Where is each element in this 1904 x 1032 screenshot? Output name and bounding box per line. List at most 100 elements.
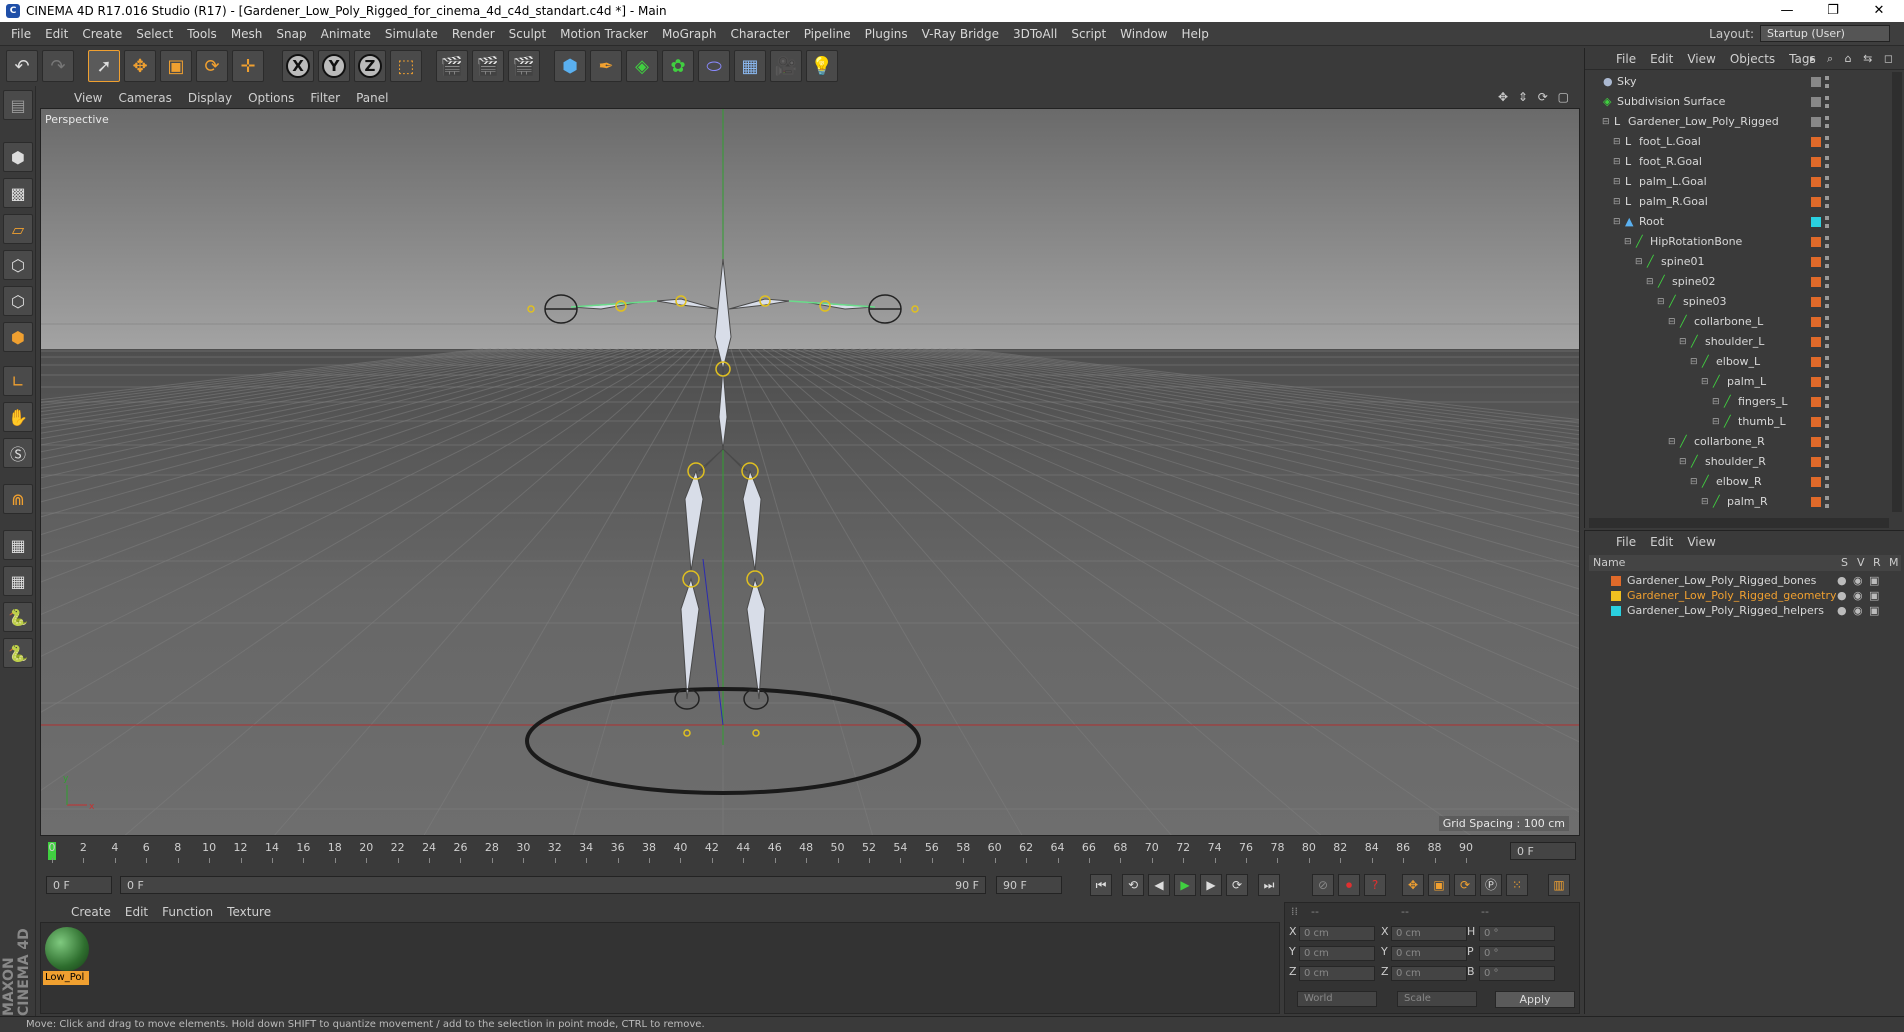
- expand-collapse-icon[interactable]: ⊟: [1690, 472, 1698, 492]
- visibility-dots-icon[interactable]: [1825, 236, 1829, 248]
- layer-render-icon[interactable]: ▣: [1869, 588, 1879, 603]
- viewport-menu-view[interactable]: View: [66, 91, 110, 105]
- layer-color-swatch[interactable]: [1811, 137, 1821, 147]
- layer-row[interactable]: Gardener_Low_Poly_Rigged_geometry ● ◉ ▣: [1589, 588, 1901, 603]
- object-row-palm-l[interactable]: ⊟ ╱ palm_L: [1589, 372, 1889, 392]
- key-parameter-button[interactable]: Ⓟ: [1480, 874, 1502, 896]
- coords-position-field[interactable]: 0 cm: [1299, 946, 1375, 961]
- layer-visible-icon[interactable]: ◉: [1853, 588, 1863, 603]
- object-row-foot-r-goal[interactable]: ⊟ Lfoot_R.Goal: [1589, 152, 1889, 172]
- perspective-viewport[interactable]: x y Perspective Grid Spacing : 100 cm: [40, 108, 1580, 836]
- material-menu-texture[interactable]: Texture: [220, 905, 278, 919]
- menu-file[interactable]: File: [4, 27, 38, 41]
- material-menu-edit[interactable]: Edit: [118, 905, 155, 919]
- object-row-spine01[interactable]: ⊟ ╱ spine01: [1589, 252, 1889, 272]
- viewport-menu-panel[interactable]: Panel: [348, 91, 396, 105]
- menu-character[interactable]: Character: [723, 27, 796, 41]
- timeline-layout-button[interactable]: ▥: [1548, 874, 1570, 896]
- object-row-palm-r-goal[interactable]: ⊟ Lpalm_R.Goal: [1589, 192, 1889, 212]
- layer-color-swatch[interactable]: [1611, 591, 1621, 601]
- visibility-dots-icon[interactable]: [1825, 156, 1829, 168]
- texture-mode-button[interactable]: ▩: [3, 178, 33, 208]
- object-row-subdivision-surface[interactable]: ◈ Subdivision Surface: [1589, 92, 1889, 112]
- expand-collapse-icon[interactable]: ⊟: [1657, 292, 1665, 312]
- size-mode-dropdown[interactable]: Scale: [1397, 991, 1477, 1007]
- menu-tools[interactable]: Tools: [180, 27, 224, 41]
- visibility-dots-icon[interactable]: [1825, 136, 1829, 148]
- expand-collapse-icon[interactable]: ⊟: [1613, 172, 1621, 192]
- material-menu-function[interactable]: Function: [155, 905, 220, 919]
- apply-button[interactable]: Apply: [1495, 991, 1575, 1008]
- menu-motion-tracker[interactable]: Motion Tracker: [553, 27, 655, 41]
- menu-create[interactable]: Create: [75, 27, 129, 41]
- layer-render-icon[interactable]: ▣: [1869, 603, 1879, 618]
- object-row-gardener-low-poly-rigged[interactable]: ⊟ L Gardener_Low_Poly_Rigged: [1589, 112, 1889, 132]
- layer-color-swatch[interactable]: [1611, 576, 1621, 586]
- menu-sculpt[interactable]: Sculpt: [502, 27, 553, 41]
- visibility-dots-icon[interactable]: [1825, 456, 1829, 468]
- visibility-dots-icon[interactable]: [1825, 436, 1829, 448]
- layer-color-swatch[interactable]: [1811, 197, 1821, 207]
- menu-simulate[interactable]: Simulate: [378, 27, 445, 41]
- redo-button[interactable]: ↷: [42, 50, 74, 82]
- timeline-ruler[interactable]: 0 2 4 6 8 10 12 14 16 18 20 22 24 26 28 30 32 34 36 38 40 42 4…: [40, 838, 1580, 866]
- layer-color-swatch[interactable]: [1811, 117, 1821, 127]
- visibility-dots-icon[interactable]: [1825, 356, 1829, 368]
- mograph-cloner-button[interactable]: ✿: [662, 50, 694, 82]
- record-button[interactable]: ⏺: [1338, 874, 1360, 896]
- layer-row[interactable]: Gardener_Low_Poly_Rigged_bones ● ◉ ▣: [1589, 573, 1901, 588]
- object-row-elbow-l[interactable]: ⊟ ╱ elbow_L: [1589, 352, 1889, 372]
- visibility-dots-icon[interactable]: [1825, 336, 1829, 348]
- goto-end-button[interactable]: ⏭: [1258, 874, 1280, 896]
- object-row-spine03[interactable]: ⊟ ╱ spine03: [1589, 292, 1889, 312]
- coords-rotation-field[interactable]: 0 °: [1479, 926, 1555, 941]
- menu-window[interactable]: Window: [1113, 27, 1174, 41]
- layer-color-swatch[interactable]: [1811, 437, 1821, 447]
- subdivision-generator-button[interactable]: ◈: [626, 50, 658, 82]
- object-row-elbow-r[interactable]: ⊟ ╱ elbow_R: [1589, 472, 1889, 492]
- layer-solo-icon[interactable]: ●: [1837, 603, 1847, 618]
- viewport-menu-cameras[interactable]: Cameras: [110, 91, 179, 105]
- layer-color-swatch[interactable]: [1811, 377, 1821, 387]
- record-keys-off-button[interactable]: ⊘: [1312, 874, 1334, 896]
- current-frame-field[interactable]: 0 F: [46, 876, 112, 894]
- visibility-dots-icon[interactable]: [1825, 276, 1829, 288]
- minimize-button[interactable]: —: [1764, 0, 1810, 22]
- points-mode-button[interactable]: ⬡: [3, 250, 33, 280]
- layer-color-swatch[interactable]: [1811, 317, 1821, 327]
- edges-mode-button[interactable]: ⬡: [3, 286, 33, 316]
- recent-tool-button[interactable]: ✛: [232, 50, 264, 82]
- move-tool-button[interactable]: ✥: [124, 50, 156, 82]
- object-row-foot-l-goal[interactable]: ⊟ Lfoot_L.Goal: [1589, 132, 1889, 152]
- expand-collapse-icon[interactable]: ⊟: [1679, 452, 1687, 472]
- object-row-spine02[interactable]: ⊟ ╱ spine02: [1589, 272, 1889, 292]
- menu-snap[interactable]: Snap: [269, 27, 313, 41]
- solo-mode-button[interactable]: Ⓢ: [3, 438, 33, 468]
- layer-color-swatch[interactable]: [1811, 157, 1821, 167]
- visibility-dots-icon[interactable]: [1825, 376, 1829, 388]
- expand-collapse-icon[interactable]: ⊟: [1712, 392, 1720, 412]
- viewport-menu-filter[interactable]: Filter: [302, 91, 348, 105]
- close-button[interactable]: ✕: [1856, 0, 1902, 22]
- expand-collapse-icon[interactable]: ⊟: [1701, 372, 1709, 392]
- render-picture-viewer-button[interactable]: 🎬: [472, 50, 504, 82]
- object-row-shoulder-r[interactable]: ⊟ ╱ shoulder_R: [1589, 452, 1889, 472]
- layer-menu-view[interactable]: View: [1680, 535, 1722, 549]
- symmetry-button[interactable]: ▦: [3, 566, 33, 596]
- coords-size-field[interactable]: 0 cm: [1391, 946, 1467, 961]
- layer-color-swatch[interactable]: [1811, 357, 1821, 367]
- menu-edit[interactable]: Edit: [38, 27, 75, 41]
- prev-frame-button[interactable]: ◀: [1148, 874, 1170, 896]
- layer-color-swatch[interactable]: [1811, 477, 1821, 487]
- key-pla-button[interactable]: ⁙: [1506, 874, 1528, 896]
- x-axis-lock-button[interactable]: X: [282, 50, 314, 82]
- viewport-menu-display[interactable]: Display: [180, 91, 240, 105]
- layer-color-swatch[interactable]: [1811, 217, 1821, 227]
- coords-size-field[interactable]: 0 cm: [1391, 926, 1467, 941]
- layer-color-swatch[interactable]: [1611, 606, 1621, 616]
- expand-collapse-icon[interactable]: ⊟: [1613, 212, 1621, 232]
- expand-collapse-icon[interactable]: ⊟: [1690, 352, 1698, 372]
- snap-button[interactable]: ⋒: [3, 484, 33, 514]
- object-menu-file[interactable]: File: [1609, 52, 1643, 66]
- expand-collapse-icon[interactable]: ⊟: [1679, 332, 1687, 352]
